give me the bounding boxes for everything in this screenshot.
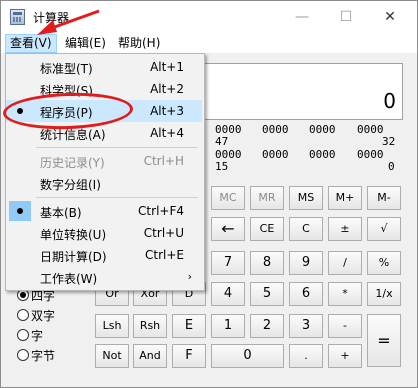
c-button[interactable]: C	[289, 217, 323, 241]
menu-item-digit-grouping[interactable]: 数字分组(I)	[6, 172, 202, 194]
radio-dword[interactable]: 双字	[17, 307, 55, 324]
radio-label: 四字	[31, 289, 56, 303]
menu-item-history[interactable]: 历史记录(Y) Ctrl+H	[6, 150, 202, 172]
m-minus-button[interactable]: M-	[367, 186, 401, 210]
menu-item-label: 历史记录(Y)	[40, 156, 105, 170]
result-display: 0	[201, 63, 403, 120]
multiply-button[interactable]: *	[328, 282, 362, 306]
menu-item-standard[interactable]: 标准型(T) Alt+1	[6, 56, 202, 78]
bit-index: 15	[215, 160, 229, 173]
five-button[interactable]: 5	[250, 282, 284, 306]
two-button[interactable]: 2	[250, 314, 284, 338]
menu-item-shortcut: Ctrl+H	[143, 154, 184, 168]
radio-label: 字节	[31, 349, 56, 363]
radio-label: 字	[31, 329, 44, 343]
menu-help[interactable]: 帮助(H)	[114, 35, 164, 52]
menu-item-label: 基本(B)	[40, 206, 82, 220]
and-button[interactable]: And	[133, 344, 167, 368]
radio-byte[interactable]: 字节	[17, 347, 55, 364]
divide-button[interactable]: /	[328, 251, 362, 275]
menu-item-shortcut: Ctrl+F4	[138, 204, 184, 218]
add-button[interactable]: +	[328, 344, 362, 368]
bit-group[interactable]: 0000	[357, 149, 384, 160]
menu-item-label: 标准型(T)	[40, 62, 93, 76]
bit-group[interactable]: 0000	[215, 149, 242, 160]
menu-item-date-calculation[interactable]: 日期计算(D) Ctrl+E	[6, 244, 202, 266]
mr-button[interactable]: MR	[250, 186, 284, 210]
decimal-button[interactable]: .	[289, 344, 323, 368]
minimize-button[interactable]: —	[279, 3, 325, 31]
nine-button[interactable]: 9	[289, 251, 323, 275]
menu-item-shortcut: Alt+3	[150, 104, 184, 118]
rsh-button[interactable]: Rsh	[133, 314, 167, 338]
m-plus-button[interactable]: M+	[328, 186, 362, 210]
view-dropdown-menu: 标准型(T) Alt+1 科学型(S) Alt+2 程序员(P) Alt+3 统…	[5, 53, 205, 291]
bit-index: 47	[215, 135, 229, 148]
radio-word[interactable]: 字	[17, 327, 43, 344]
bit-group[interactable]: 0000	[357, 124, 384, 135]
menu-item-label: 单位转换(U)	[40, 228, 107, 242]
plus-minus-button[interactable]: ±	[328, 217, 362, 241]
reciprocal-button[interactable]: 1/x	[367, 282, 401, 306]
display-value: 0	[383, 89, 396, 113]
radio-label: 双字	[31, 309, 56, 323]
not-button[interactable]: Not	[95, 344, 129, 368]
menu-separator	[36, 147, 198, 148]
bit-group[interactable]: 0000	[262, 124, 289, 135]
equals-button[interactable]: =	[367, 314, 401, 367]
menu-item-label: 数字分组(I)	[40, 178, 101, 192]
seven-button[interactable]: 7	[211, 251, 245, 275]
submenu-arrow-icon: ›	[187, 270, 192, 283]
calculator-window: 计算器 — ☐ ✕ 查看(V) 编辑(E) 帮助(H) 0 0000 0000 …	[0, 0, 418, 388]
subtract-button[interactable]: -	[328, 314, 362, 338]
six-button[interactable]: 6	[289, 282, 323, 306]
bit-group[interactable]: 0000	[309, 124, 336, 135]
menu-item-shortcut: Alt+2	[150, 82, 184, 96]
close-button[interactable]: ✕	[367, 3, 413, 31]
bit-panel: 0000 0000 0000 0000 47 32 0000 0000 0000…	[205, 121, 401, 175]
menu-separator	[36, 197, 198, 198]
hex-f-button[interactable]: F	[172, 344, 206, 368]
hex-e-button[interactable]: E	[172, 314, 206, 338]
radio-dot	[17, 349, 29, 361]
radio-dot	[17, 329, 29, 341]
bit-group[interactable]: 0000	[309, 149, 336, 160]
calculator-icon	[10, 9, 25, 25]
backspace-button[interactable]: ←	[211, 217, 245, 241]
radio-dot	[17, 309, 29, 321]
menu-item-shortcut: Alt+4	[150, 126, 184, 140]
sqrt-button[interactable]: √	[367, 217, 401, 241]
zero-button[interactable]: 0	[211, 344, 284, 368]
percent-button[interactable]: %	[367, 251, 401, 275]
maximize-button[interactable]: ☐	[323, 3, 369, 31]
menu-item-unit-conversion[interactable]: 单位转换(U) Ctrl+U	[6, 222, 202, 244]
ms-button[interactable]: MS	[289, 186, 323, 210]
mc-button[interactable]: MC	[211, 186, 245, 210]
menu-item-shortcut: Alt+1	[150, 60, 184, 74]
menu-item-worksheets[interactable]: 工作表(W) ›	[6, 266, 202, 288]
menu-item-label: 日期计算(D)	[40, 250, 107, 264]
bit-index: 32	[382, 135, 396, 148]
three-button[interactable]: 3	[289, 314, 323, 338]
bit-index: 0	[388, 160, 395, 173]
one-button[interactable]: 1	[211, 314, 245, 338]
ce-button[interactable]: CE	[250, 217, 284, 241]
bit-group[interactable]: 0000	[262, 149, 289, 160]
menu-item-shortcut: Ctrl+E	[145, 248, 184, 262]
bit-group[interactable]: 0000	[215, 124, 242, 135]
selected-bullet-icon	[17, 208, 23, 214]
red-arrow-annotation	[37, 9, 100, 35]
menu-item-shortcut: Ctrl+U	[143, 226, 184, 240]
menu-item-label: 工作表(W)	[40, 272, 98, 286]
lsh-button[interactable]: Lsh	[95, 314, 129, 338]
four-button[interactable]: 4	[211, 282, 245, 306]
eight-button[interactable]: 8	[250, 251, 284, 275]
menu-item-basic[interactable]: 基本(B) Ctrl+F4	[6, 200, 202, 222]
